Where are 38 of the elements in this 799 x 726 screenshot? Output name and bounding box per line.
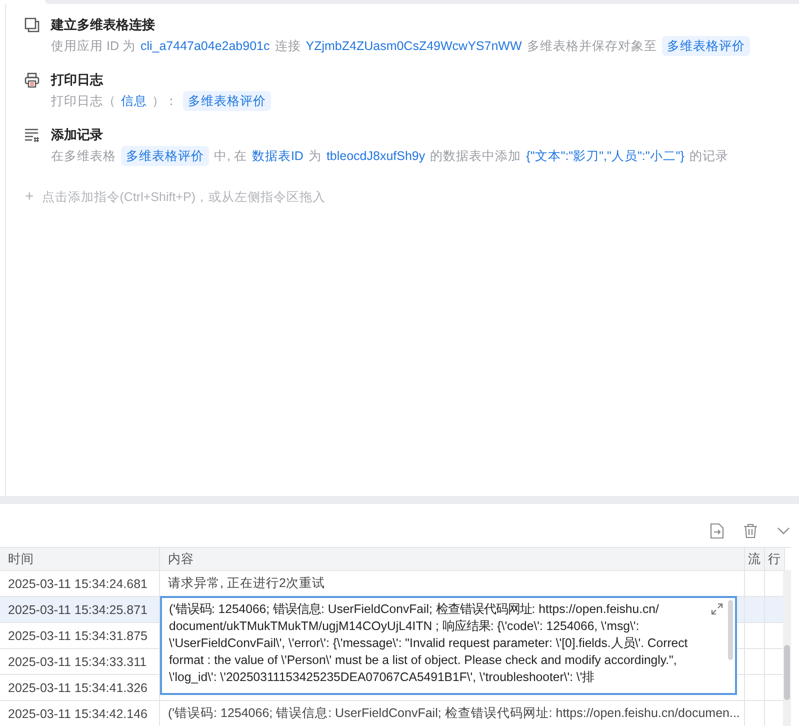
printer-icon xyxy=(24,72,40,88)
step-text: 的数据表中添加 xyxy=(430,148,522,165)
column-header: 内容 xyxy=(160,548,745,570)
step-title: 打印日志 xyxy=(51,70,104,89)
expand-icon[interactable] xyxy=(711,603,723,615)
export-icon[interactable] xyxy=(710,523,724,539)
column-header: 时间 xyxy=(0,548,160,570)
step-title: 添加记录 xyxy=(51,126,104,144)
chevron-down-icon[interactable] xyxy=(777,527,790,535)
step-text: 连接 xyxy=(274,38,301,55)
step-text: 使用应用 ID 为 xyxy=(51,38,136,55)
step-text: 的记录 xyxy=(689,148,728,165)
parameter-link[interactable]: 信息 xyxy=(121,90,147,111)
delete-icon[interactable] xyxy=(743,523,758,539)
parameter-link[interactable]: 数据表ID xyxy=(252,146,304,166)
variable-tag[interactable]: 多维表格评价 xyxy=(662,36,750,56)
step-text: 打印日志（ xyxy=(51,92,116,110)
parameter-link[interactable]: YZjmbZ4ZUasm0CsZ49WcwYS7nWW xyxy=(306,36,522,56)
step-text: 在多维表格 xyxy=(51,148,116,165)
step-text: 多维表格并保存对象至 xyxy=(526,38,657,55)
column-header: 流 xyxy=(745,548,765,570)
step-title: 建立多维表格连接 xyxy=(51,16,156,34)
list-icon xyxy=(24,126,40,143)
variable-tag[interactable]: 多维表格评价 xyxy=(121,146,209,166)
parameter-link[interactable]: cli_a7447a04e2ab901c xyxy=(140,36,270,56)
content-cell: ('错误码: 1254066; 错误信息: UserFieldConvFail; 检查错误代码网址: https://open.feishu.cn/documen... xyxy=(168,705,740,722)
parameter-link[interactable]: {"文本":"影刀","人员":"小二"} xyxy=(526,146,684,166)
error-message: ('错误码: 1254066; 错误信息: UserFieldConvFail; 检查错误代码网址: https://open.feishu.cn/ document/ukTMukTMukTM/ugjM14COyUjL4ITN ; 响应结果: {\'code\': 1254066, \'msg\': \'UserFieldConvFail\', \'error\': {\'message\': "Invalid request parameter: \'[0].fields.人员\'. Correct format : the value of \'Person\' must be a list of object. Please check and modify accordingly.", \'log_id\': \'20250311153425235DEA07067CA5491B1F\', \'troubleshooter\': \'排 xyxy=(169,601,689,686)
content-cell: 请求异常, 正在进行2次重试 xyxy=(168,575,325,592)
step-text: ）： xyxy=(152,92,178,110)
step-text: 为 xyxy=(308,148,322,165)
parameter-link[interactable]: tbleocdJ8xufSh9y xyxy=(326,146,426,166)
copy-icon xyxy=(24,16,40,33)
log-row[interactable]: 2025-03-11 15:34:42.146 ('错误码: 1254066; 错误信息: UserFieldConvFail; 检查错误代码网址: https://open.feishu.cn/documen... xyxy=(0,700,785,726)
scrollbar[interactable] xyxy=(783,570,791,726)
step-text: 中, 在 xyxy=(214,148,247,165)
variable-tag[interactable]: 多维表格评价 xyxy=(183,90,271,111)
time-cell: 2025-03-11 15:34:42.146 xyxy=(0,701,160,726)
